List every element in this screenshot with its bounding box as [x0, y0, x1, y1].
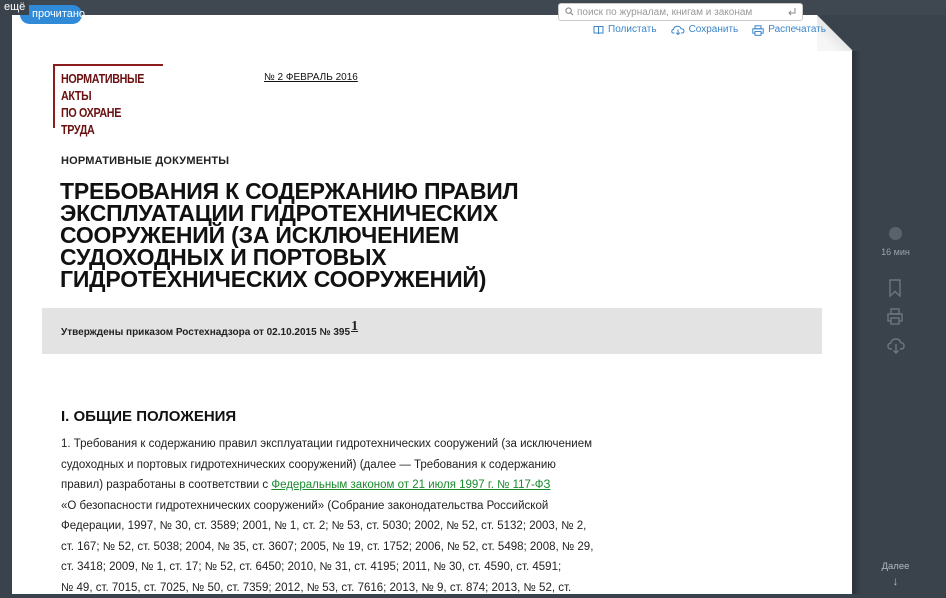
logo-bar-horizontal: [53, 64, 163, 66]
journal-logo[interactable]: НОРМАТИВНЫЕ АКТЫ ПО ОХРАНЕ ТРУДА: [53, 64, 165, 128]
bookmark-icon[interactable]: [887, 279, 903, 297]
browse-label: Полистать: [608, 24, 657, 36]
arrow-down-icon[interactable]: ↓: [862, 574, 929, 588]
search-input[interactable]: [577, 5, 777, 19]
section-heading: I. ОБЩИЕ ПОЛОЖЕНИЯ: [61, 408, 236, 425]
paragraph-line-text: правил) разработаны в соответствии с: [61, 479, 271, 491]
cloud-download-icon[interactable]: [887, 337, 905, 355]
printer-icon[interactable]: [887, 308, 903, 326]
print-button[interactable]: Распечатать: [752, 24, 826, 36]
paragraph-line: судоходных и портовых гидротехнических с…: [61, 455, 621, 476]
section-label: НОРМАТИВНЫЕ ДОКУМЕНТЫ: [61, 155, 229, 167]
right-rail: 16 мин Далее ↓: [862, 0, 946, 594]
paragraph-line: 1. Требования к содержанию правил эксплу…: [61, 434, 621, 455]
paragraph-line: ст. 167; № 52, ст. 5038; 2004, № 35, ст.…: [61, 537, 621, 558]
paragraph-line-with-link: правил) разработаны в соответствии с Фед…: [61, 475, 621, 496]
issue-link[interactable]: № 2 ФЕВРАЛЬ 2016: [264, 72, 358, 83]
paragraph-line: ст. 3418; 2009, № 1, ст. 17; № 52, ст. 6…: [61, 557, 621, 578]
search-box[interactable]: [558, 3, 803, 21]
top-strip: [0, 0, 946, 15]
paragraph-line: «О безопасности гидротехнических сооруже…: [61, 496, 621, 517]
book-icon: [593, 25, 604, 35]
logo-bar-vertical: [53, 64, 55, 128]
more-button[interactable]: ещё: [0, 0, 29, 15]
reading-progress-dot: [889, 227, 902, 240]
approval-text: Утверждены приказом Ростехнадзора от 02.…: [61, 324, 358, 340]
reading-time: 16 мин: [862, 247, 929, 257]
approval-box: Утверждены приказом Ростехнадзора от 02.…: [42, 308, 822, 354]
save-label: Сохранить: [689, 24, 739, 36]
cloud-download-icon: [671, 25, 685, 35]
paragraph: 1. Требования к содержанию правил эксплу…: [61, 434, 621, 598]
approval-label: Утверждены приказом Ростехнадзора от 02.…: [61, 327, 350, 338]
footnote-link[interactable]: 1: [351, 319, 358, 334]
read-status-pill[interactable]: прочитано: [20, 5, 82, 24]
printer-icon: [752, 25, 764, 36]
paragraph-line: № 49, ст. 7015, ст. 7025, № 50, ст. 7359…: [61, 578, 621, 598]
print-label: Распечатать: [768, 24, 826, 36]
enter-icon[interactable]: [787, 7, 797, 17]
save-button[interactable]: Сохранить: [671, 24, 739, 36]
document-title: ТРЕБОВАНИЯ К СОДЕРЖАНИЮ ПРАВИЛ ЭКСПЛУАТА…: [60, 180, 580, 290]
browse-button[interactable]: Полистать: [593, 24, 657, 36]
paragraph-line: Федерации, 1997, № 30, ст. 3589; 2001, №…: [61, 516, 621, 537]
next-label[interactable]: Далее: [862, 561, 929, 572]
search-icon: [565, 7, 574, 16]
page-shadow: [852, 51, 862, 594]
logo-text: НОРМАТИВНЫЕ АКТЫ ПО ОХРАНЕ ТРУДА: [61, 71, 150, 139]
law-link[interactable]: Федеральным законом от 21 июля 1997 г. №…: [271, 479, 550, 491]
document-actions: Полистать Сохранить Распечатать: [593, 24, 826, 36]
